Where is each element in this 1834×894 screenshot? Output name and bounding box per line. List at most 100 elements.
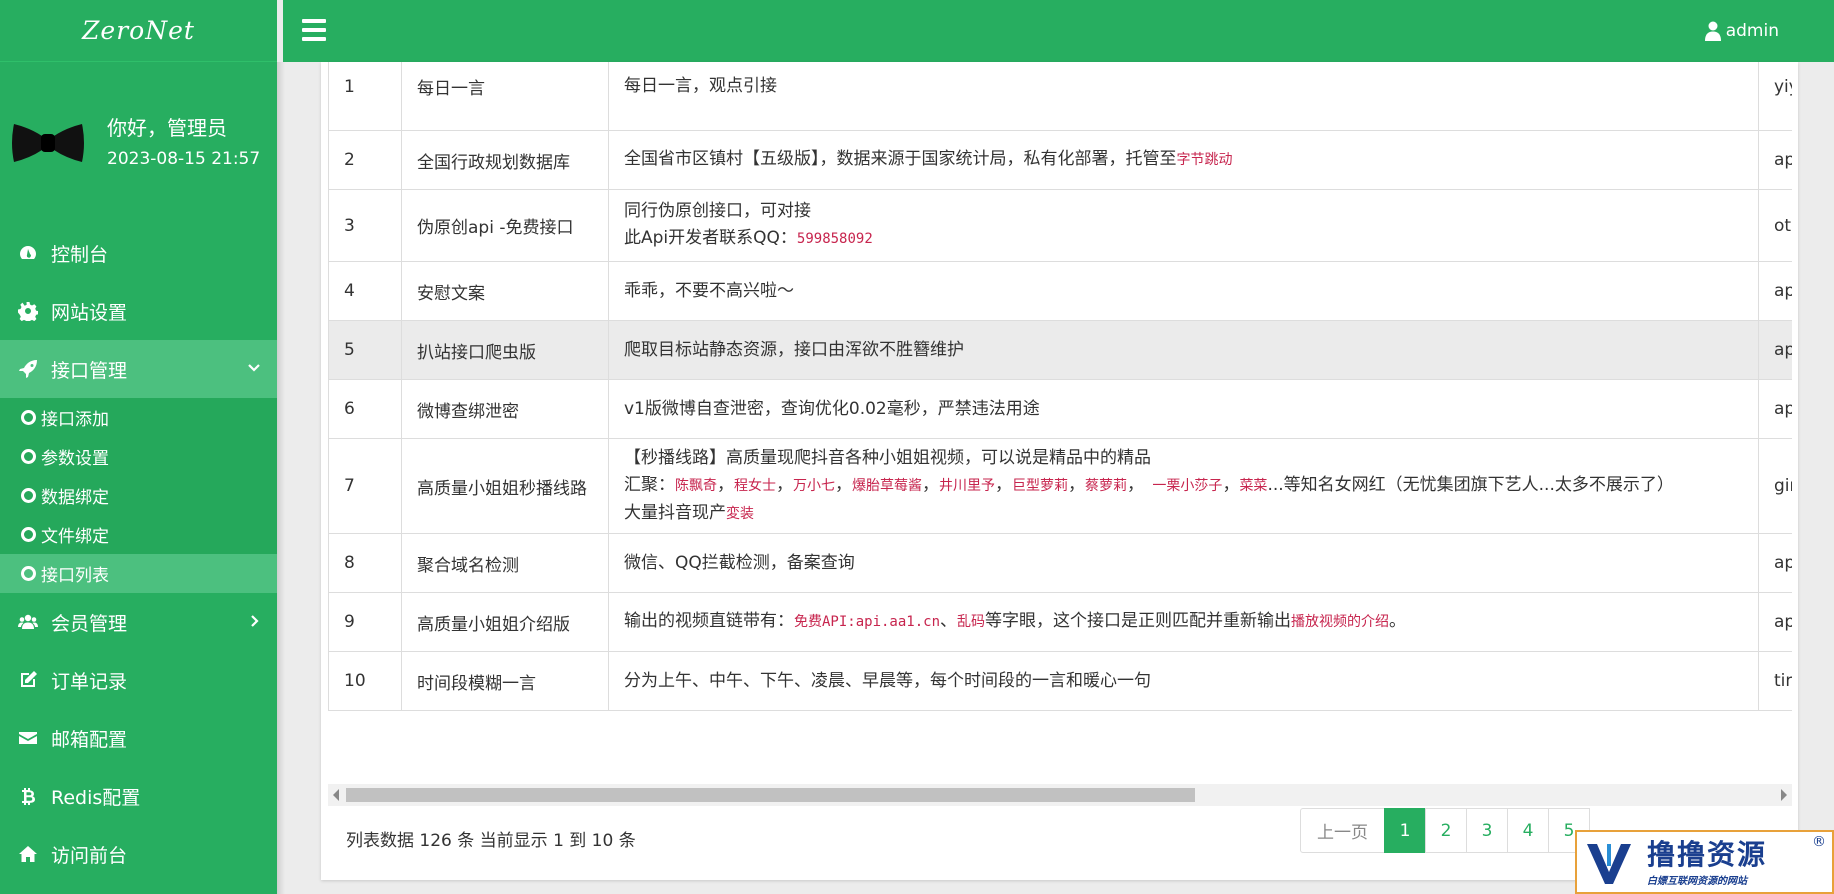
row-desc: 乖乖，不要不高兴啦～ (608, 261, 1759, 321)
row-desc-text: 、 (940, 611, 958, 631)
row-desc-code: 万小七 (793, 477, 835, 494)
table-row[interactable]: 3 伪原创api -免费接口 同行伪原创接口，可对接 此Api开发者联系QQ：5… (328, 189, 1792, 262)
row-desc-text: 等字眼，这个接口是正则匹配并重新输出 (985, 611, 1292, 631)
sidebar-subitem-api-list[interactable]: 接口列表 (0, 554, 277, 593)
watermark-logo-icon (1577, 832, 1641, 892)
sidebar-item-site-settings[interactable]: 网站设置 (0, 282, 277, 340)
sidebar-subitem-file-binding[interactable]: 文件绑定 (0, 515, 277, 554)
sidebar-subitem-params[interactable]: 参数设置 (0, 437, 277, 476)
rocket-icon (17, 358, 39, 380)
row-id: 6 (328, 379, 402, 439)
sidebar-shadow (277, 62, 285, 894)
row-desc-code: 変装 (726, 505, 754, 522)
horizontal-scrollbar[interactable] (328, 784, 1792, 806)
sidebar-subitem-api-add[interactable]: 接口添加 (0, 398, 277, 437)
prev-page-button[interactable]: 上一页 (1300, 808, 1385, 853)
sidebar-item-label: 网站设置 (51, 301, 128, 324)
table-row[interactable]: 8 聚合域名检测 微信、QQ拦截检测，备案查询 api (328, 533, 1792, 593)
row-id: 4 (328, 261, 402, 321)
row-desc-code: 播放视频的介绍 (1291, 614, 1390, 630)
chevron-right-icon (247, 611, 261, 633)
table-row[interactable]: 4 安慰文案 乖乖，不要不高兴啦～ api (328, 261, 1792, 321)
sidebar-item-label: 会员管理 (51, 612, 128, 635)
row-desc: 微信、QQ拦截检测，备案查询 (608, 533, 1759, 593)
sidebar-item-members[interactable]: 会员管理 (0, 593, 277, 651)
sidebar-item-api-management[interactable]: 接口管理 (0, 340, 277, 398)
row-key: yiy (1758, 62, 1792, 131)
row-desc-line: v1版微博自查泄密，查询优化0.02毫秒，严禁违法用途 (624, 398, 1040, 419)
sidebar-menu: 控制台 网站设置 接口管理 接口添加 参数设置 数据绑定 文件绑定 接口列表 会… (0, 224, 277, 883)
table-row[interactable]: 1 每日一言 每日一言，观点引接 yiy (328, 62, 1792, 131)
circle-icon (21, 449, 36, 464)
scroll-left-icon[interactable] (333, 789, 339, 801)
registered-mark: ® (1812, 834, 1826, 850)
circle-icon (21, 410, 36, 425)
user-menu[interactable]: admin (1704, 0, 1779, 62)
row-desc-line: 爬取目标站静态资源，接口由浑欲不胜簪维护 (624, 339, 964, 360)
sidebar-item-dashboard[interactable]: 控制台 (0, 224, 277, 282)
circle-icon (21, 488, 36, 503)
table-info: 列表数据 126 条 当前显示 1 到 10 条 (346, 831, 636, 851)
row-desc: 输出的视频直链带有：免费API:api.aa1.cn、乱码等字眼，这个接口是正则… (608, 592, 1759, 652)
row-id: 1 (328, 62, 402, 131)
row-id: 10 (328, 651, 402, 711)
page-button[interactable]: 2 (1425, 808, 1467, 853)
avatar (12, 124, 84, 162)
user-greeting: 你好，管理员 (107, 116, 227, 140)
edit-icon (17, 669, 39, 691)
users-icon (17, 611, 39, 633)
sidebar-item-orders[interactable]: 订单记录 (0, 651, 277, 709)
table-row[interactable]: 7 高质量小姐姐秒播线路 【秒播线路】高质量现爬抖音各种小姐姐视频，可以说是精品… (328, 438, 1792, 534)
row-desc-line: 微信、QQ拦截检测，备案查询 (624, 552, 855, 573)
row-desc: v1版微博自查泄密，查询优化0.02毫秒，严禁违法用途 (608, 379, 1759, 439)
row-desc-line: 每日一言，观点引接 (624, 76, 777, 96)
circle-icon (21, 527, 36, 542)
row-key: api (1758, 379, 1792, 439)
row-desc-code: 爆胎草莓酱 (852, 477, 922, 494)
hamburger-menu-icon[interactable] (302, 19, 326, 41)
row-name: 扒站接口爬虫版 (401, 320, 609, 380)
row-name: 微博查绑泄密 (401, 379, 609, 439)
sidebar-subitem-data-binding[interactable]: 数据绑定 (0, 476, 277, 515)
page-button[interactable]: 4 (1507, 808, 1549, 853)
row-desc-text: 此Api开发者联系QQ： (624, 228, 797, 248)
row-id: 2 (328, 130, 402, 190)
row-name: 安慰文案 (401, 261, 609, 321)
table-row[interactable]: 5 扒站接口爬虫版 爬取目标站静态资源，接口由浑欲不胜簪维护 api (328, 320, 1792, 380)
home-icon (17, 843, 39, 865)
user-panel: 你好，管理员 2023-08-15 21:57 (0, 62, 277, 202)
row-desc-line: 【秒播线路】高质量现爬抖音各种小姐姐视频，可以说是精品中的精品 (624, 447, 1151, 468)
row-name: 高质量小姐姐秒播线路 (401, 438, 609, 534)
row-name: 聚合域名检测 (401, 533, 609, 593)
sidebar-subitem-label: 接口添加 (41, 410, 109, 430)
row-id: 7 (328, 438, 402, 534)
row-desc-text: 汇聚： (624, 474, 675, 495)
row-desc-code: 程女士 (734, 477, 776, 494)
row-key: api (1758, 320, 1792, 380)
sidebar-item-frontend[interactable]: 访问前台 (0, 825, 277, 883)
row-desc-text: 。 (1389, 611, 1407, 631)
scrollbar-thumb[interactable] (346, 788, 1195, 802)
row-desc-text: ...等知名女网红（无忧集团旗下艺人...太多不展示了） (1267, 474, 1674, 495)
row-id: 3 (328, 189, 402, 262)
table-row[interactable]: 9 高质量小姐姐介绍版 输出的视频直链带有：免费API:api.aa1.cn、乱… (328, 592, 1792, 652)
page-button[interactable]: 1 (1384, 808, 1426, 853)
api-table-wrapper: 1 每日一言 每日一言，观点引接 yiy 2 全国行政规划数据库 全国省市区镇村… (328, 62, 1792, 778)
page-button[interactable]: 3 (1466, 808, 1508, 853)
scroll-right-icon[interactable] (1781, 789, 1787, 801)
chevron-down-icon (247, 358, 261, 380)
row-key: api (1758, 261, 1792, 321)
table-row[interactable]: 10 时间段模糊一言 分为上午、中午、下午、凌晨、早晨等，每个时间段的一言和暖心… (328, 651, 1792, 711)
row-key: api (1758, 533, 1792, 593)
table-row[interactable]: 6 微博查绑泄密 v1版微博自查泄密，查询优化0.02毫秒，严禁违法用途 api (328, 379, 1792, 439)
row-desc: 同行伪原创接口，可对接 此Api开发者联系QQ：599858092 (608, 189, 1759, 262)
row-desc-code: 巨型萝莉 (1012, 477, 1068, 494)
brand-logo[interactable]: ZeroNet (0, 0, 277, 62)
row-desc: 分为上午、中午、下午、凌晨、早晨等，每个时间段的一言和暖心一句 (608, 651, 1759, 711)
bitcoin-icon (17, 785, 39, 807)
content-panel: 1 每日一言 每日一言，观点引接 yiy 2 全国行政规划数据库 全国省市区镇村… (321, 62, 1798, 880)
sidebar-item-mail[interactable]: 邮箱配置 (0, 709, 277, 767)
table-row[interactable]: 2 全国行政规划数据库 全国省市区镇村【五级版】，数据来源于国家统计局，私有化部… (328, 130, 1792, 190)
sidebar-item-redis[interactable]: Redis配置 (0, 767, 277, 825)
row-id: 9 (328, 592, 402, 652)
